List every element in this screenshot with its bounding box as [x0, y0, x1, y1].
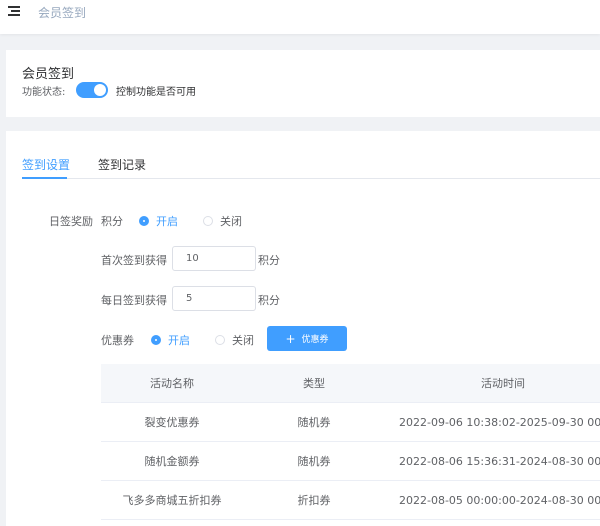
coupon-off-label: 关闭 — [232, 334, 254, 347]
tab-sign-records[interactable]: 签到记录 — [98, 156, 146, 173]
header-name: 活动名称 — [150, 377, 194, 390]
settings-card: 签到设置 签到记录 日签奖励 积分 开启 关闭 首次签到获得 10 积分 每日签… — [6, 131, 600, 526]
row-name: 随机金额券 — [144, 455, 200, 468]
daily-sign-unit: 积分 — [258, 294, 280, 307]
points-off-radio[interactable]: 关闭 — [203, 213, 242, 229]
first-sign-unit: 积分 — [258, 254, 280, 267]
status-card: 会员签到 功能状态: 控制功能是否可用 — [6, 50, 600, 117]
coupon-off-radio[interactable]: 关闭 — [215, 332, 254, 348]
row-name: 裂变优惠券 — [144, 416, 200, 429]
row-type: 随机券 — [297, 416, 331, 429]
coupon-on-label: 开启 — [168, 334, 190, 347]
points-label: 积分 — [101, 215, 123, 228]
daily-sign-input[interactable]: 5 — [172, 286, 256, 311]
points-on-radio[interactable]: 开启 — [139, 213, 178, 229]
tab-sign-settings[interactable]: 签到设置 — [22, 156, 70, 173]
radio-dot-icon — [203, 216, 213, 226]
first-sign-input[interactable]: 10 — [172, 246, 256, 271]
tabs-divider — [22, 178, 600, 179]
points-off-label: 关闭 — [220, 215, 242, 228]
header-type: 类型 — [303, 377, 325, 390]
add-coupon-button[interactable]: + 优惠券 — [267, 326, 347, 351]
feature-toggle-switch[interactable] — [76, 82, 108, 98]
row-type: 随机券 — [297, 455, 331, 468]
table-header: 活动名称 类型 活动时间 — [101, 364, 600, 403]
row-time: 2022-08-06 15:36:31-2024-08-30 00:00:00 — [399, 455, 600, 468]
status-card-title: 会员签到 — [22, 67, 75, 82]
add-coupon-label: 优惠券 — [301, 335, 329, 345]
row-time: 2022-08-05 00:00:00-2024-08-30 00:00:00 — [399, 494, 600, 507]
table-row: 飞多多商城五折扣券 折扣券 2022-08-05 00:00:00-2024-0… — [101, 481, 600, 520]
row-name: 飞多多商城五折扣券 — [122, 494, 222, 507]
radio-dot-icon — [215, 335, 225, 345]
row-time: 2022-09-06 10:38:02-2025-09-30 00:00:00 — [399, 416, 600, 429]
daily-sign-label: 每日签到获得 — [101, 294, 167, 307]
points-on-label: 开启 — [156, 215, 178, 228]
radio-dot-icon — [151, 335, 161, 345]
header-time: 活动时间 — [481, 377, 525, 390]
switch-knob — [94, 84, 106, 96]
radio-dot-icon — [139, 216, 149, 226]
hamburger-menu-icon[interactable] — [8, 6, 20, 16]
coupon-table: 活动名称 类型 活动时间 裂变优惠券 随机券 2022-09-06 10:38:… — [101, 364, 600, 526]
first-sign-label: 首次签到获得 — [101, 254, 167, 267]
status-label: 功能状态: — [22, 87, 66, 98]
coupon-label: 优惠券 — [101, 334, 134, 347]
daily-reward-label: 日签奖励 — [49, 215, 93, 228]
breadcrumb: 会员签到 — [38, 6, 87, 20]
top-bar: 会员签到 — [0, 0, 600, 34]
active-tab-indicator — [22, 177, 67, 179]
table-row: 裂变优惠券 随机券 2022-09-06 10:38:02-2025-09-30… — [101, 403, 600, 442]
plus-icon: + — [285, 331, 296, 346]
coupon-on-radio[interactable]: 开启 — [151, 332, 190, 348]
row-type: 折扣券 — [297, 494, 331, 507]
switch-hint: 控制功能是否可用 — [116, 87, 196, 98]
table-row: 随机金额券 随机券 2022-08-06 15:36:31-2024-08-30… — [101, 442, 600, 481]
